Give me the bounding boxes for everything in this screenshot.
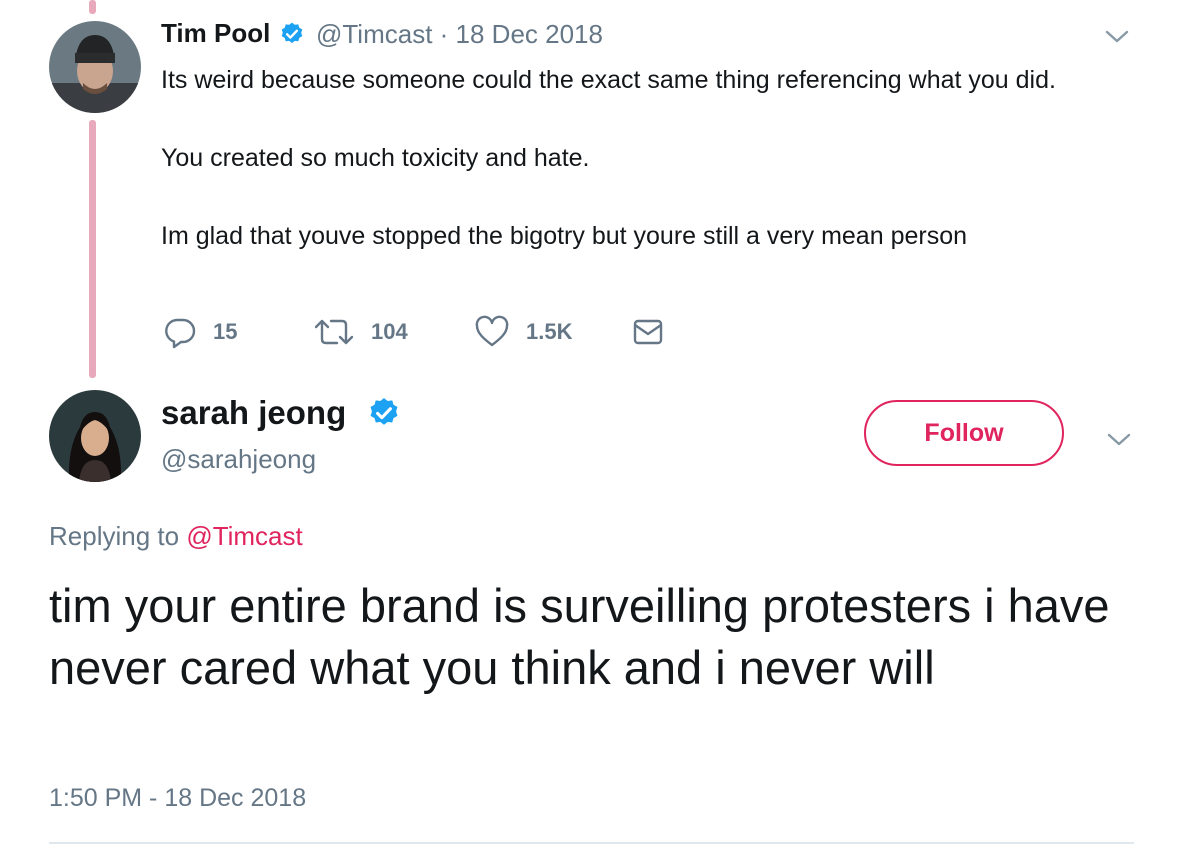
verified-badge-icon xyxy=(370,398,398,425)
handle-and-date[interactable]: @Timcast · 18 Dec 2018 xyxy=(316,19,603,50)
replying-to: Replying to @Timcast xyxy=(49,521,303,552)
retweet-icon xyxy=(314,319,354,345)
retweet-count: 104 xyxy=(371,319,408,344)
thread-line xyxy=(89,120,96,378)
reply-icon xyxy=(165,318,196,349)
author-name[interactable]: Tim Pool xyxy=(161,18,270,49)
chevron-down-icon[interactable] xyxy=(1104,27,1130,47)
reply-count: 15 xyxy=(213,319,238,344)
avatar[interactable] xyxy=(49,390,141,482)
tweet-timestamp[interactable]: 1:50 PM - 18 Dec 2018 xyxy=(49,784,306,813)
author-handle[interactable]: @sarahjeong xyxy=(161,444,316,475)
like-icon xyxy=(475,315,509,347)
divider xyxy=(49,842,1134,844)
tweet-body-line: You created so much toxicity and hate. xyxy=(161,144,590,172)
tweet-body-line: Its weird because someone could the exac… xyxy=(161,66,1056,94)
like-button[interactable]: 1.5K xyxy=(474,315,572,349)
follow-button[interactable]: Follow xyxy=(864,400,1064,466)
replying-to-link[interactable]: @Timcast xyxy=(186,521,302,551)
avatar[interactable] xyxy=(49,21,141,113)
verified-badge-icon xyxy=(281,22,303,43)
like-count: 1.5K xyxy=(526,319,573,344)
tweet-body: Its weird because someone could the exac… xyxy=(161,61,1121,256)
tweet-body-line: Im glad that youve stopped the bigotry b… xyxy=(161,222,968,250)
reply-button[interactable]: 15 xyxy=(163,315,237,349)
direct-message-button[interactable] xyxy=(632,317,664,347)
thread-line-top xyxy=(89,0,96,14)
retweet-button[interactable]: 104 xyxy=(313,315,408,349)
replying-to-label: Replying to xyxy=(49,521,180,551)
chevron-down-icon[interactable] xyxy=(1106,430,1132,450)
author-name[interactable]: sarah jeong xyxy=(161,394,346,432)
sarah-jeong-avatar-image xyxy=(49,390,141,482)
tweet-text: tim your entire brand is surveilling pro… xyxy=(49,579,1110,694)
tim-pool-avatar-image xyxy=(49,21,141,113)
direct-message-icon xyxy=(633,319,663,345)
